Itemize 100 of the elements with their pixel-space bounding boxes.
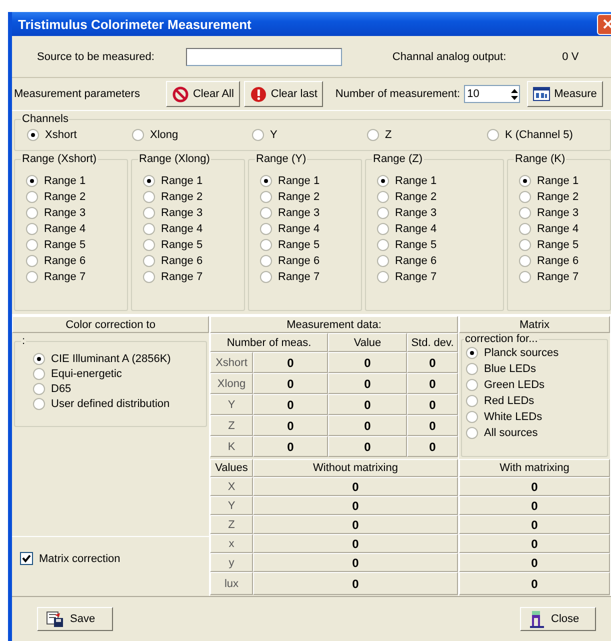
radio-option[interactable]: Range 4	[26, 221, 121, 236]
radio-option[interactable]: Range 5	[143, 237, 238, 252]
radio-button[interactable]	[519, 174, 531, 186]
radio-button[interactable]	[466, 427, 478, 439]
radio-button[interactable]	[143, 190, 155, 202]
radio-option[interactable]: Range 1	[143, 173, 238, 188]
radio-button[interactable]	[519, 238, 531, 250]
radio-button[interactable]	[143, 206, 155, 218]
radio-button[interactable]	[260, 238, 272, 250]
radio-button[interactable]	[260, 174, 272, 186]
radio-button[interactable]	[377, 174, 389, 186]
radio-option[interactable]: Range 1	[377, 173, 497, 188]
close-dialog-button[interactable]: Close	[520, 607, 596, 631]
radio-button[interactable]	[377, 190, 389, 202]
radio-button[interactable]	[487, 128, 499, 140]
radio-button[interactable]	[466, 411, 478, 423]
radio-button[interactable]	[33, 382, 45, 394]
radio-button[interactable]	[466, 379, 478, 391]
radio-option[interactable]: Range 2	[260, 189, 355, 204]
checkbox[interactable]	[20, 552, 33, 565]
measure-button[interactable]: Measure	[527, 81, 603, 107]
radio-option[interactable]: Range 4	[519, 221, 604, 236]
radio-button[interactable]	[252, 128, 264, 140]
clear-last-button[interactable]: Clear last	[244, 81, 324, 107]
radio-option[interactable]: D65	[33, 381, 200, 396]
radio-option[interactable]: Range 6	[26, 253, 121, 268]
radio-option[interactable]: Range 7	[260, 269, 355, 284]
radio-option[interactable]: Range 3	[26, 205, 121, 220]
radio-button[interactable]	[260, 270, 272, 282]
radio-option[interactable]: Range 7	[519, 269, 604, 284]
radio-button[interactable]	[33, 398, 45, 410]
radio-button[interactable]	[367, 128, 379, 140]
radio-button[interactable]	[260, 254, 272, 266]
radio-option[interactable]: Range 5	[377, 237, 497, 252]
radio-option[interactable]: Range 3	[260, 205, 355, 220]
radio-button[interactable]	[519, 206, 531, 218]
radio-option[interactable]: Range 4	[377, 221, 497, 236]
radio-button[interactable]	[260, 190, 272, 202]
radio-button[interactable]	[143, 238, 155, 250]
matrix-correction-checkbox[interactable]: Matrix correction	[20, 551, 120, 566]
radio-option[interactable]: Range 1	[260, 173, 355, 188]
count-spinner[interactable]: 10	[464, 85, 520, 103]
radio-option[interactable]: Xlong	[132, 127, 252, 142]
radio-button[interactable]	[26, 206, 38, 218]
radio-button[interactable]	[466, 347, 478, 359]
radio-option[interactable]: Z	[367, 127, 487, 142]
radio-button[interactable]	[26, 238, 38, 250]
radio-button[interactable]	[519, 190, 531, 202]
radio-button[interactable]	[26, 270, 38, 282]
radio-option[interactable]: Red LEDs	[466, 393, 603, 409]
radio-button[interactable]	[466, 363, 478, 375]
radio-option[interactable]: Range 5	[260, 237, 355, 252]
radio-option[interactable]: Planck sources	[466, 345, 603, 361]
radio-option[interactable]: User defined distribution	[33, 396, 200, 411]
radio-option[interactable]: White LEDs	[466, 409, 603, 425]
radio-button[interactable]	[260, 222, 272, 234]
radio-option[interactable]: Range 7	[377, 269, 497, 284]
radio-button[interactable]	[519, 254, 531, 266]
radio-button[interactable]	[33, 368, 45, 380]
radio-button[interactable]	[377, 270, 389, 282]
radio-button[interactable]	[33, 352, 45, 364]
radio-option[interactable]: Range 4	[260, 221, 355, 236]
radio-option[interactable]: Range 3	[377, 205, 497, 220]
radio-option[interactable]: Range 2	[26, 189, 121, 204]
source-field[interactable]	[186, 48, 342, 66]
radio-option[interactable]: Range 1	[26, 173, 121, 188]
radio-button[interactable]	[377, 222, 389, 234]
radio-option[interactable]: Blue LEDs	[466, 361, 603, 377]
radio-option[interactable]: Equi-energetic	[33, 366, 200, 381]
radio-option[interactable]: Range 7	[26, 269, 121, 284]
radio-option[interactable]: Range 2	[143, 189, 238, 204]
radio-option[interactable]: Range 4	[143, 221, 238, 236]
radio-option[interactable]: Range 3	[143, 205, 238, 220]
radio-button[interactable]	[519, 270, 531, 282]
radio-button[interactable]	[377, 206, 389, 218]
radio-button[interactable]	[132, 128, 144, 140]
radio-option[interactable]: Range 5	[26, 237, 121, 252]
radio-option[interactable]: Range 6	[377, 253, 497, 268]
radio-option[interactable]: CIE Illuminant A (2856K)	[33, 351, 200, 366]
radio-button[interactable]	[26, 174, 38, 186]
radio-option[interactable]: Range 5	[519, 237, 604, 252]
radio-button[interactable]	[519, 222, 531, 234]
radio-option[interactable]: K (Channel 5)	[487, 127, 604, 142]
radio-button[interactable]	[26, 254, 38, 266]
radio-option[interactable]: Range 6	[519, 253, 604, 268]
radio-button[interactable]	[143, 174, 155, 186]
radio-option[interactable]: Green LEDs	[466, 377, 603, 393]
radio-button[interactable]	[143, 254, 155, 266]
radio-button[interactable]	[26, 222, 38, 234]
save-button[interactable]: Save	[37, 607, 113, 631]
radio-button[interactable]	[143, 222, 155, 234]
radio-option[interactable]: Xshort	[27, 127, 132, 142]
radio-button[interactable]	[377, 254, 389, 266]
radio-option[interactable]: Range 6	[260, 253, 355, 268]
radio-option[interactable]: Range 2	[377, 189, 497, 204]
radio-option[interactable]: Range 2	[519, 189, 604, 204]
radio-option[interactable]: Range 1	[519, 173, 604, 188]
radio-button[interactable]	[26, 190, 38, 202]
radio-option[interactable]: Range 6	[143, 253, 238, 268]
radio-option[interactable]: Y	[252, 127, 367, 142]
